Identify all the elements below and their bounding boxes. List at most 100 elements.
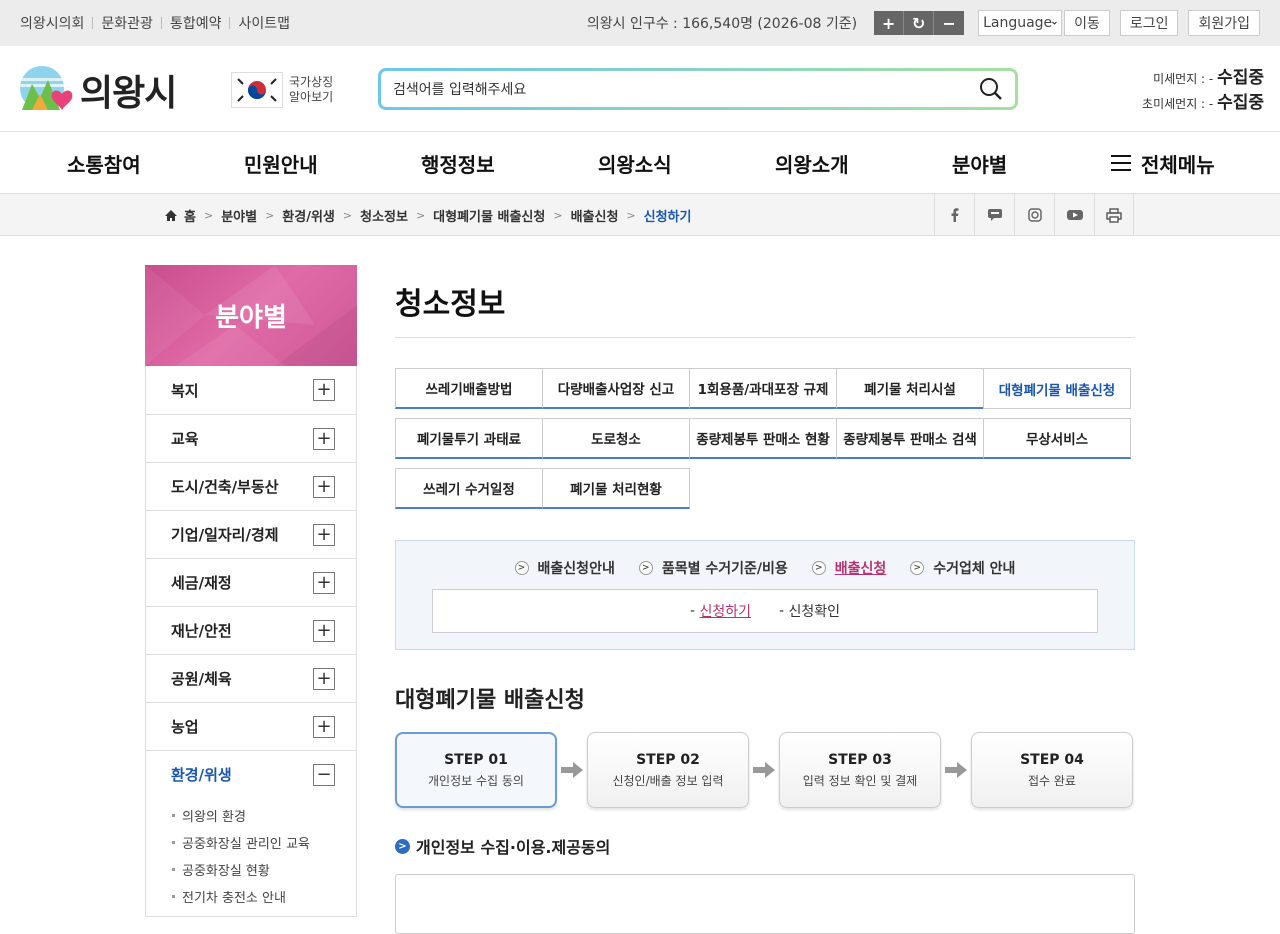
step-number: STEP 03 (828, 751, 892, 768)
sidebar-item-environment[interactable]: 환경/위생 − (146, 750, 356, 798)
sidebar-item-urban[interactable]: 도시/건축/부동산 + (146, 462, 356, 510)
crumb-arrow: > (342, 208, 353, 222)
crumb-environment[interactable]: 환경/위생 (282, 206, 335, 225)
crumb-fields[interactable]: 분야별 (221, 206, 257, 225)
tab-bag-shop-status[interactable]: 종량제봉투 판매소 현황 (689, 418, 837, 459)
plus-icon[interactable]: + (313, 571, 335, 594)
tab-collection-schedule[interactable]: 쓰레기 수거일정 (395, 468, 543, 509)
gnb-administration[interactable]: 행정정보 (421, 132, 495, 194)
tab-waste-status[interactable]: 폐기물 처리현황 (542, 468, 690, 509)
plus-icon[interactable]: + (313, 379, 335, 401)
crumb-arrow: > (203, 208, 214, 222)
sidebar-item-welfare[interactable]: 복지 + (146, 366, 356, 414)
sidebar-item-agriculture[interactable]: 농업 + (146, 702, 356, 750)
sidebar-item-label: 세금/재정 (171, 574, 232, 592)
kakaotalk-icon (987, 209, 1002, 221)
language-go-button[interactable]: 이동 (1064, 10, 1110, 36)
login-button[interactable]: 로그인 (1119, 10, 1179, 36)
sidebar-item-safety[interactable]: 재난/안전 + (146, 606, 356, 654)
sidebar-item-parks[interactable]: 공원/체육 + (146, 654, 356, 702)
plus-icon[interactable]: + (313, 427, 335, 450)
gnb-communication[interactable]: 소통참여 (67, 132, 141, 194)
gnb-civil-service[interactable]: 민원안내 (244, 132, 318, 194)
subnav-check[interactable]: 신청확인 (789, 601, 841, 621)
submenu-item[interactable]: 공중화장실 현황 (172, 856, 356, 883)
submenu-item[interactable]: 전기차 충전소 안내 (172, 883, 356, 910)
sidebar-item-business[interactable]: 기업/일자리/경제 + (146, 510, 356, 558)
chevron-right-icon: > (811, 561, 826, 575)
sidebar: 분야별 복지 + 교육 + 도시/건축/부동산 + 기업/일자리/경제 + 세금/재정 +… (145, 265, 357, 917)
plus-icon[interactable]: + (313, 523, 335, 546)
tab-large-business[interactable]: 다량배출사업장 신고 (542, 368, 690, 409)
tab-disposal-method[interactable]: 쓰레기배출방법 (395, 368, 543, 409)
step-number: STEP 01 (444, 751, 508, 768)
subnav-apply-now[interactable]: 신청하기 (699, 601, 751, 621)
arrow-right-icon (941, 762, 971, 778)
subnav-companies[interactable]: > 수거업체 안내 (910, 558, 1015, 578)
subnav-item-cost[interactable]: > 품목별 수거기준/비용 (638, 558, 788, 578)
minus-icon[interactable]: − (313, 763, 335, 786)
subnav-apply[interactable]: > 배출신청 (811, 558, 886, 578)
link-council[interactable]: 의왕시의회 (20, 13, 84, 33)
language-select[interactable]: Language (978, 10, 1063, 36)
symbol-label-2: 알아보기 (289, 90, 334, 104)
gnb-all-menu[interactable]: 전체메뉴 (1111, 132, 1215, 194)
gnb-fields[interactable]: 분야별 (952, 132, 1007, 194)
gnb-about[interactable]: 의왕소개 (775, 132, 849, 194)
chevron-down-icon (1052, 21, 1057, 25)
sidebar-item-tax[interactable]: 세금/재정 + (146, 558, 356, 606)
step-number: STEP 04 (1020, 751, 1084, 768)
sidebar-item-education[interactable]: 교육 + (146, 414, 356, 462)
facebook-button[interactable] (934, 194, 974, 236)
subnav-secondary: - 신청하기 - 신청확인 (432, 589, 1098, 633)
crumb-cleaning[interactable]: 청소정보 (360, 206, 408, 225)
sidebar-item-label: 복지 (171, 381, 199, 400)
plus-icon[interactable]: + (313, 715, 335, 738)
gnb-news[interactable]: 의왕소식 (598, 132, 672, 194)
youtube-button[interactable] (1054, 194, 1094, 236)
tab-disposable-regulation[interactable]: 1회용품/과대포장 규제 (689, 368, 837, 409)
step-number: STEP 02 (636, 751, 700, 768)
sidebar-item-label: 재난/안전 (171, 622, 232, 640)
plus-icon[interactable]: + (313, 667, 335, 690)
site-logo[interactable]: 의왕시 (18, 64, 177, 116)
subnav-guide[interactable]: > 배출신청안내 (514, 558, 615, 578)
tab-dumping-fine[interactable]: 폐기물투기 과태료 (395, 418, 543, 459)
air-quality: 미세먼지 : - 수집중 초미세먼지 : - 수집중 (1142, 66, 1264, 116)
printer-icon (1106, 207, 1122, 223)
signup-button[interactable]: 회원가입 (1188, 10, 1260, 36)
link-culture-tour[interactable]: 문화관광 (101, 13, 153, 33)
chevron-circle-icon: > (395, 838, 410, 854)
consent-box (395, 874, 1135, 934)
crumb-bulky-waste[interactable]: 대형폐기물 배출신청 (433, 206, 545, 225)
kakaotalk-button[interactable] (974, 194, 1014, 236)
tab-bag-shop-search[interactable]: 종량제봉투 판매소 검색 (836, 418, 984, 459)
step-4: STEP 04 접수 완료 (971, 732, 1133, 808)
plus-icon[interactable]: + (313, 619, 335, 642)
crumb-apply[interactable]: 배출신청 (571, 206, 619, 225)
link-sitemap[interactable]: 사이트맵 (238, 13, 290, 33)
print-button[interactable] (1094, 194, 1134, 236)
instagram-icon (1027, 208, 1042, 222)
content-tabs: 쓰레기배출방법 다량배출사업장 신고 1회용품/과대포장 규제 폐기물 처리시설… (395, 368, 1135, 518)
crumb-home[interactable]: 홈 (184, 206, 196, 225)
share-buttons (934, 194, 1134, 236)
search-input[interactable]: 검색어를 입력해주세요 (393, 79, 979, 99)
submenu-item[interactable]: 공중화장실 관리인 교육 (172, 829, 356, 856)
search-icon[interactable] (979, 77, 1003, 101)
zoom-out-button[interactable]: − (934, 11, 965, 35)
plus-icon[interactable]: + (313, 475, 335, 498)
consent-heading: > 개인정보 수집·이용.제공동의 (395, 834, 1135, 858)
instagram-button[interactable] (1014, 194, 1054, 236)
crumb-current[interactable]: 신청하기 (644, 206, 692, 225)
zoom-reset-button[interactable]: ↻ (904, 11, 935, 35)
search-box[interactable]: 검색어를 입력해주세요 (378, 68, 1018, 110)
zoom-in-button[interactable]: + (874, 11, 905, 35)
submenu-item[interactable]: 의왕의 환경 (172, 802, 356, 829)
tab-treatment-facility[interactable]: 폐기물 처리시설 (836, 368, 984, 409)
tab-road-cleaning[interactable]: 도로청소 (542, 418, 690, 459)
national-symbol-link[interactable]: 국가상징 알아보기 (231, 72, 333, 108)
tab-free-service[interactable]: 무상서비스 (983, 418, 1131, 459)
tab-bulky-waste[interactable]: 대형폐기물 배출신청 (983, 368, 1131, 409)
link-reservation[interactable]: 통합예약 (170, 13, 222, 33)
